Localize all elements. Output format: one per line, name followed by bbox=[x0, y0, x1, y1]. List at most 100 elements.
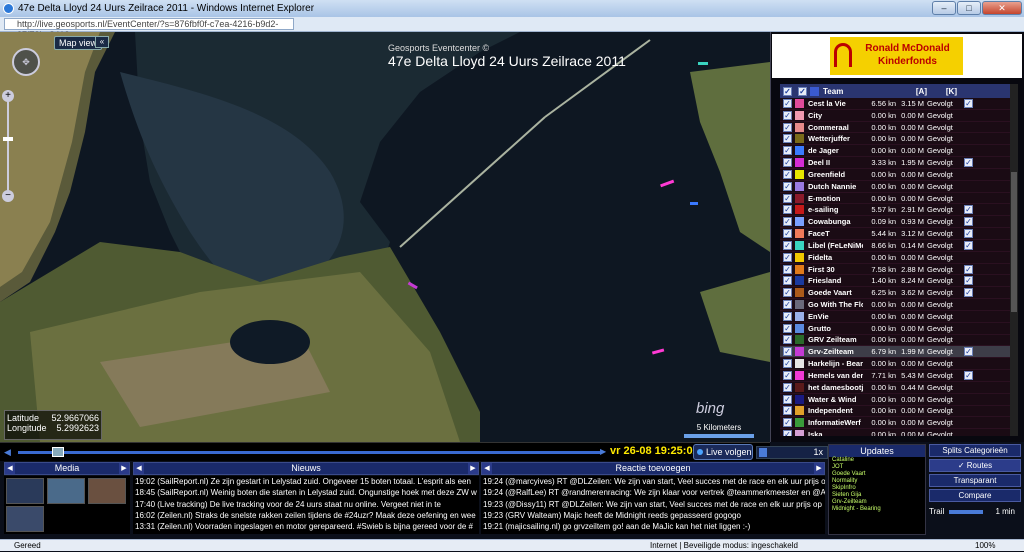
playback-speed-slider[interactable]: 1x bbox=[756, 446, 828, 459]
team-visible-checkbox[interactable]: ✓ bbox=[783, 158, 792, 168]
team-follow-checkbox[interactable]: ✓ bbox=[964, 205, 973, 215]
distance-column-header[interactable]: [K] bbox=[927, 87, 957, 96]
team-row[interactable]: ✓ Cowabunga 0.09 kn 0.93 M Gevolgt ✓ bbox=[780, 216, 1018, 229]
team-row[interactable]: ✓ GRV Zeilteam 0.00 kn 0.00 M Gevolgt bbox=[780, 335, 1018, 347]
media-thumbnail[interactable] bbox=[47, 478, 85, 504]
team-row[interactable]: ✓ Harkelijn - Bearing 0.00 kn 0.00 MGevolgt bbox=[780, 358, 1018, 371]
reaction-item[interactable]: 19:21 (majicsailing.nl) go grvzeiltem go… bbox=[481, 521, 825, 532]
team-row[interactable]: ✓ Commeraal 0.00 kn 0.00 M Gevolgt bbox=[780, 122, 1018, 134]
trail-control[interactable]: Trail 1 min bbox=[929, 505, 1021, 519]
team-follow-checkbox[interactable]: ✓ bbox=[964, 276, 973, 286]
satellite-map[interactable]: Map view « ✥ + − Geosports Eventcenter ©… bbox=[0, 32, 770, 442]
team-visible-checkbox[interactable]: ✓ bbox=[783, 193, 792, 203]
zoom-thumb[interactable] bbox=[3, 137, 13, 141]
team-row[interactable]: ✓ First 30 7.58 kn 2.88 M Gevolgt ✓ bbox=[780, 264, 1018, 276]
live-follow-button[interactable]: Live volgen bbox=[693, 444, 753, 460]
update-item[interactable]: Sieten Gija bbox=[829, 492, 925, 499]
team-visible-checkbox[interactable]: ✓ bbox=[783, 146, 792, 156]
update-item[interactable]: Cataline bbox=[829, 457, 925, 464]
team-row[interactable]: ✓ Deel II 3.33 kn 1.95 M Gevolgt ✓ bbox=[780, 157, 1018, 169]
news-item[interactable]: 17:40 (Live tracking) De live tracking v… bbox=[133, 499, 479, 510]
compare-button[interactable]: Compare bbox=[929, 489, 1021, 502]
splits-categories-button[interactable]: Splits Categorieën bbox=[929, 444, 1021, 457]
team-row[interactable]: ✓ Friesland 1.40 kn 8.24 M Gevolgt ✓ bbox=[780, 275, 1018, 288]
reaction-item[interactable]: 19:23 (@Dissy11) RT @DLZeilen: We zijn v… bbox=[481, 499, 825, 510]
sponsor-banner[interactable]: Ronald McDonald Kinderfonds bbox=[772, 34, 1022, 78]
team-row[interactable]: ✓ Greenfield 0.00 kn 0.00 M Gevolgt bbox=[780, 169, 1018, 181]
team-row[interactable]: ✓ Grv-Zeilteam 6.79 kn 1.99 M Gevolgt ✓ bbox=[780, 346, 1018, 359]
reaction-item[interactable]: 19:24 (@marcyives) RT @DLZeilen: We zijn… bbox=[481, 476, 825, 487]
minimize-button[interactable]: – bbox=[932, 1, 956, 15]
team-follow-checkbox[interactable]: ✓ bbox=[964, 98, 973, 108]
select-all-checkbox[interactable]: ✓ bbox=[783, 86, 792, 96]
team-follow-checkbox[interactable]: ✓ bbox=[964, 288, 973, 298]
routes-button[interactable]: ✓ Routes bbox=[929, 459, 1021, 472]
team-visible-checkbox[interactable]: ✓ bbox=[783, 299, 792, 309]
timeline-back-icon[interactable]: ◀ bbox=[4, 447, 14, 457]
media-thumbnail[interactable] bbox=[6, 478, 44, 504]
team-visible-checkbox[interactable]: ✓ bbox=[783, 122, 792, 132]
zoom-in-icon[interactable]: + bbox=[2, 90, 14, 102]
news-next-icon[interactable]: ▶ bbox=[468, 463, 478, 474]
team-row[interactable]: ✓ het damesbootje 0.00 kn 0.44 M Gevolgt bbox=[780, 382, 1018, 394]
team-follow-checkbox[interactable]: ✓ bbox=[964, 229, 973, 239]
team-visible-checkbox[interactable]: ✓ bbox=[783, 98, 792, 108]
team-follow-checkbox[interactable]: ✓ bbox=[964, 264, 973, 274]
collapse-map-button[interactable]: « bbox=[95, 36, 109, 48]
team-row[interactable]: ✓ FaceT 5.44 kn 3.12 M Gevolgt ✓ bbox=[780, 228, 1018, 240]
follow-all-checkbox[interactable]: ✓ bbox=[798, 86, 807, 96]
update-item[interactable]: Midnight - Bearing bbox=[829, 506, 925, 513]
zoom-level[interactable]: 100% bbox=[975, 540, 995, 552]
timeline-forward-icon[interactable]: ▶ bbox=[600, 447, 606, 456]
team-row[interactable]: ✓ Water & Wind 0.00 kn 0.00 M Gevolgt bbox=[780, 394, 1018, 406]
team-visible-checkbox[interactable]: ✓ bbox=[783, 335, 792, 345]
team-visible-checkbox[interactable]: ✓ bbox=[783, 359, 792, 369]
team-visible-checkbox[interactable]: ✓ bbox=[783, 394, 792, 404]
media-thumbnail[interactable] bbox=[88, 478, 126, 504]
trail-slider[interactable] bbox=[949, 510, 983, 514]
team-row[interactable]: ✓ de Jager 0.00 kn 0.00 M Gevolgt bbox=[780, 145, 1018, 158]
update-item[interactable]: Normality bbox=[829, 478, 925, 485]
news-item[interactable]: 18:45 (SailReport.nl) Weinig boten die s… bbox=[133, 487, 479, 498]
transparant-button[interactable]: Transparant bbox=[929, 474, 1021, 487]
team-column-header[interactable]: Team bbox=[823, 87, 893, 96]
team-follow-checkbox[interactable]: ✓ bbox=[964, 158, 973, 168]
team-row[interactable]: ✓ Fidelta 0.00 kn 0.00 M Gevolgt bbox=[780, 252, 1018, 264]
team-visible-checkbox[interactable]: ✓ bbox=[783, 252, 792, 262]
news-prev-icon[interactable]: ◀ bbox=[134, 463, 144, 474]
team-row[interactable]: ✓ Goede Vaart 6.25 kn 3.62 M Gevolgt ✓ bbox=[780, 287, 1018, 300]
media-next-icon[interactable]: ▶ bbox=[119, 463, 129, 474]
team-list-scrollbar[interactable] bbox=[1010, 84, 1018, 436]
team-row[interactable]: ✓ Independent 0.00 kn 0.00 M Gevolgt bbox=[780, 406, 1018, 418]
team-visible-checkbox[interactable]: ✓ bbox=[783, 229, 792, 239]
team-row[interactable]: ✓ EnVie 0.00 kn 0.00 M Gevolgt bbox=[780, 311, 1018, 323]
close-button[interactable]: ✕ bbox=[982, 1, 1022, 15]
news-item[interactable]: 13:31 (Zeilen.nl) Voorraden ingeslagen e… bbox=[133, 521, 479, 532]
team-visible-checkbox[interactable]: ✓ bbox=[783, 264, 792, 274]
timeline-track[interactable] bbox=[18, 451, 602, 454]
react-prev-icon[interactable]: ◀ bbox=[482, 463, 492, 474]
team-visible-checkbox[interactable]: ✓ bbox=[783, 276, 792, 286]
team-visible-checkbox[interactable]: ✓ bbox=[783, 347, 792, 357]
team-visible-checkbox[interactable]: ✓ bbox=[783, 288, 792, 298]
team-visible-checkbox[interactable]: ✓ bbox=[783, 181, 792, 191]
reaction-item[interactable]: 19:23 (GRV Walteam) Majic heeft de Midni… bbox=[481, 510, 825, 521]
team-visible-checkbox[interactable]: ✓ bbox=[783, 418, 792, 428]
team-follow-checkbox[interactable]: ✓ bbox=[964, 370, 973, 380]
team-follow-checkbox[interactable]: ✓ bbox=[964, 240, 973, 250]
team-row[interactable]: ✓ InformatieWerf 0.00 kn 0.00 M Gevolgt bbox=[780, 417, 1018, 430]
team-visible-checkbox[interactable]: ✓ bbox=[783, 406, 792, 416]
media-thumbnail[interactable] bbox=[6, 506, 44, 532]
team-visible-checkbox[interactable]: ✓ bbox=[783, 240, 792, 250]
react-title[interactable]: Reactie toevoegen bbox=[615, 463, 690, 473]
team-row[interactable]: ✓ Grutto 0.00 kn 0.00 M Gevolgt bbox=[780, 323, 1018, 335]
team-visible-checkbox[interactable]: ✓ bbox=[783, 110, 792, 120]
team-row[interactable]: ✓ Wetterjuffer 0.00 kn 0.00 M Gevolgt bbox=[780, 133, 1018, 146]
pan-compass-icon[interactable]: ✥ bbox=[12, 48, 40, 76]
zoom-slider[interactable] bbox=[7, 90, 13, 200]
team-row[interactable]: ✓ Cest la Vie 6.56 kn 3.15 M Gevolgt ✓ bbox=[780, 98, 1018, 110]
url-field[interactable]: http://live.geosports.nl/EventCenter/?s=… bbox=[4, 18, 294, 40]
team-visible-checkbox[interactable]: ✓ bbox=[783, 169, 792, 179]
scrollbar-thumb[interactable] bbox=[1011, 172, 1017, 312]
maximize-button[interactable]: □ bbox=[957, 1, 981, 15]
